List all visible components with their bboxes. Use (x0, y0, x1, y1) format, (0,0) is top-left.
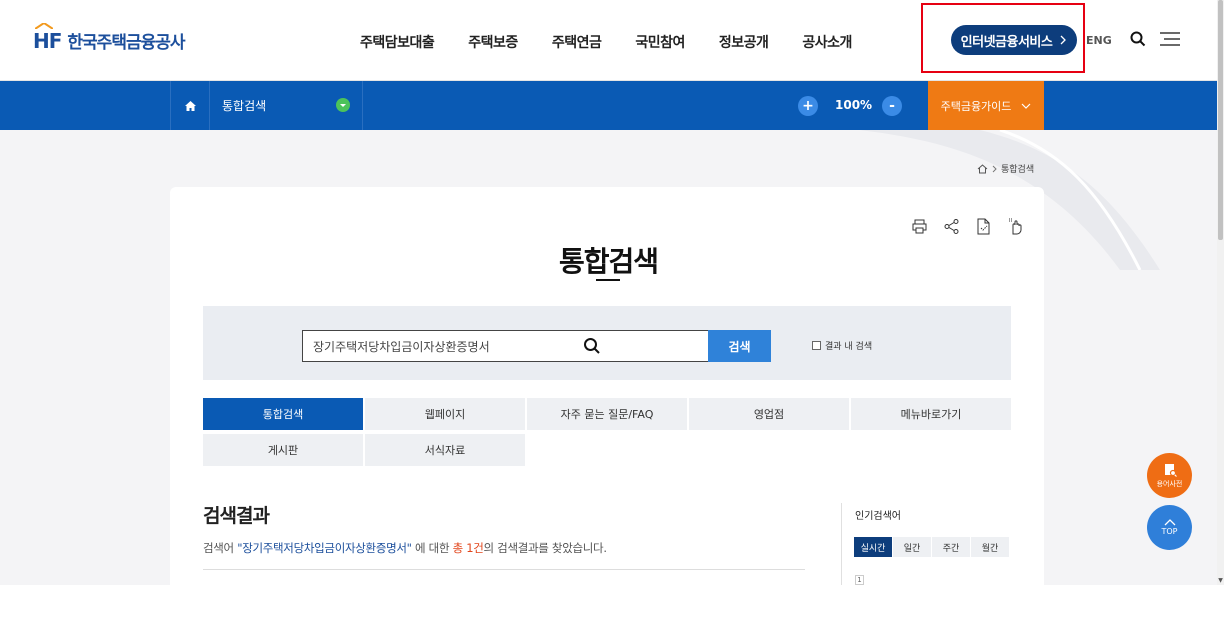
hand-cursor-icon[interactable] (1007, 218, 1024, 235)
gnb-item-disclosure[interactable]: 정보공개 (719, 32, 769, 52)
chevron-right-icon (1060, 35, 1067, 45)
search-icon[interactable] (1130, 31, 1146, 47)
logo-roof-icon (35, 22, 53, 29)
document-icon[interactable] (975, 218, 992, 235)
site-logo[interactable]: HF 한국주택금융공사 (33, 22, 186, 53)
hamburger-menu-icon[interactable] (1160, 32, 1180, 46)
results-divider (203, 569, 805, 570)
results-query: "장기주택저당차입금이자상환증명서" (237, 541, 412, 555)
search-button[interactable]: 검색 (708, 330, 771, 362)
zoom-out-button[interactable]: - (882, 96, 902, 116)
zoom-in-button[interactable]: + (798, 96, 818, 116)
chevron-right-icon (992, 165, 997, 172)
chevron-down-icon (1021, 103, 1031, 109)
popular-tab-realtime[interactable]: 실시간 (854, 537, 893, 557)
scroll-top-button[interactable]: TOP (1147, 505, 1192, 550)
title-underline (596, 279, 620, 281)
popular-tab-daily[interactable]: 일간 (893, 537, 932, 557)
results-title: 검색결과 (203, 505, 270, 527)
gnb-item-mortgage[interactable]: 주택담보대출 (360, 32, 435, 52)
breadcrumb-current: 통합검색 (1001, 165, 1035, 175)
eng-link[interactable]: ENG (1086, 34, 1112, 47)
internet-service-label: 인터넷금융서비스 (960, 34, 1053, 50)
tab-menu-shortcut[interactable]: 메뉴바로가기 (851, 398, 1011, 430)
housing-finance-guide-button[interactable]: 주택금융가이드 (928, 81, 1044, 130)
global-nav: 주택담보대출 주택보증 주택연금 국민참여 정보공개 공사소개 (360, 32, 886, 52)
guide-label: 주택금융가이드 (940, 99, 1012, 113)
gnb-item-participation[interactable]: 국민참여 (635, 32, 685, 52)
logo-mark: HF (33, 22, 62, 53)
print-icon[interactable] (911, 218, 928, 235)
site-header: HF 한국주택금융공사 주택담보대출 주택보증 주택연금 국민참여 정보공개 공… (0, 0, 1217, 81)
search-area: 검색 결과 내 검색 (203, 306, 1011, 380)
tab-faq[interactable]: 자주 묻는 질문/FAQ (527, 398, 687, 430)
internet-service-button[interactable]: 인터넷금융서비스 (951, 25, 1077, 55)
tab-integrated[interactable]: 통합검색 (203, 398, 363, 430)
glossary-button[interactable]: 용어사전 (1147, 453, 1192, 498)
logo-text: 한국주택금융공사 (67, 33, 185, 53)
tab-webpage[interactable]: 웹페이지 (365, 398, 525, 430)
scroll-top-label: TOP (1161, 527, 1178, 536)
home-icon[interactable] (977, 163, 988, 174)
location-dropdown[interactable]: 통합검색 (210, 81, 363, 130)
gnb-item-pension[interactable]: 주택연금 (552, 32, 602, 52)
popular-tab-weekly[interactable]: 주간 (932, 537, 971, 557)
chevron-down-icon (336, 98, 350, 112)
zoom-level: 100% (835, 98, 873, 112)
scroll-down-arrow-icon[interactable]: ▼ (1217, 577, 1224, 585)
glossary-label: 용어사전 (1156, 479, 1183, 488)
share-icon[interactable] (943, 218, 960, 235)
below-viewport-area (0, 585, 1224, 634)
breadcrumb: 통합검색 (977, 162, 1034, 175)
inner-search-label: 결과 내 검색 (825, 342, 873, 352)
inner-search-checkbox[interactable] (812, 341, 821, 350)
home-icon (184, 100, 196, 111)
home-button[interactable] (170, 81, 210, 130)
inner-search-option[interactable]: 결과 내 검색 (812, 339, 872, 352)
tab-branch[interactable]: 영업점 (689, 398, 849, 430)
results-summary: 검색어 "장기주택저당차입금이자상환증명서" 에 대한 총 1건의 검색결과를 … (203, 541, 607, 555)
popular-divider (841, 503, 842, 585)
page-viewport: HF 한국주택금융공사 주택담보대출 주택보증 주택연금 국민참여 정보공개 공… (0, 0, 1224, 585)
scrollbar-thumb[interactable] (1218, 0, 1223, 240)
results-count: 총 1건 (452, 541, 484, 555)
page-title: 통합검색 (558, 245, 659, 278)
tab-board[interactable]: 게시판 (203, 434, 363, 466)
tab-forms[interactable]: 서식자료 (365, 434, 525, 466)
popular-keywords-title: 인기검색어 (855, 511, 901, 522)
popular-rank-badge: 1 (855, 575, 864, 585)
popular-tab-monthly[interactable]: 월간 (971, 537, 1010, 557)
chevron-up-icon (1164, 519, 1175, 526)
search-icon[interactable] (583, 337, 601, 355)
gnb-item-guarantee[interactable]: 주택보증 (468, 32, 518, 52)
book-search-icon (1164, 463, 1177, 477)
search-input[interactable] (302, 330, 709, 362)
page-tools (911, 218, 1024, 235)
popular-keywords-tabs: 실시간 일간 주간 월간 (854, 537, 1010, 557)
location-label: 통합검색 (222, 99, 267, 113)
gnb-item-about[interactable]: 공사소개 (802, 32, 852, 52)
location-bar: 통합검색 + 100% - 주택금융가이드 (0, 81, 1217, 130)
